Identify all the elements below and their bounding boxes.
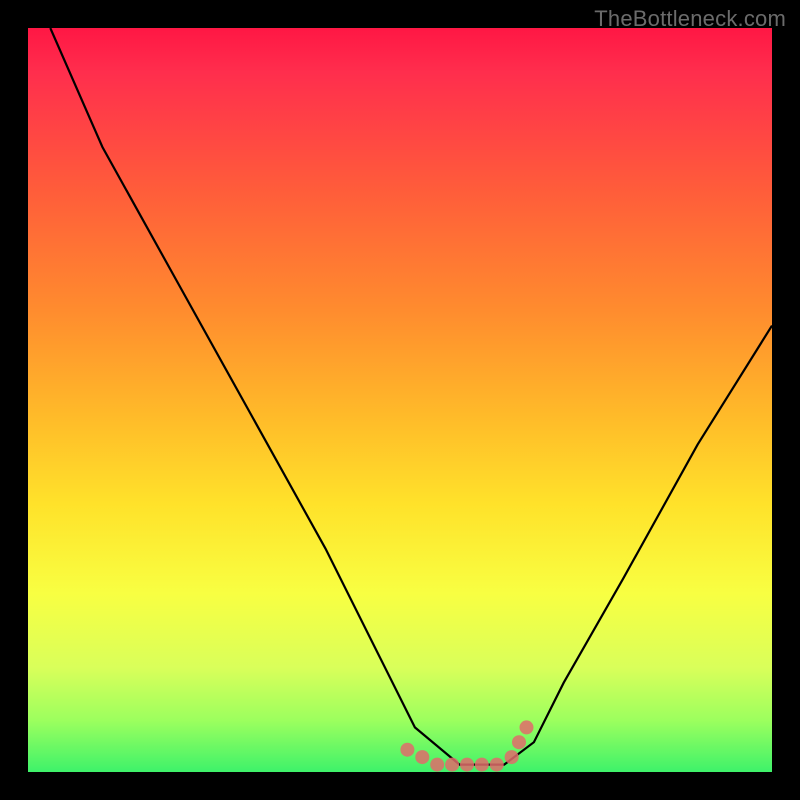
valley-dot	[430, 758, 444, 772]
valley-dot	[505, 750, 519, 764]
valley-dot	[400, 743, 414, 757]
watermark-text: TheBottleneck.com	[594, 6, 786, 32]
valley-dot	[445, 758, 459, 772]
bottleneck-curve	[50, 28, 772, 765]
valley-dot	[475, 758, 489, 772]
curve-layer	[28, 28, 772, 772]
valley-dot	[520, 720, 534, 734]
valley-dot	[512, 735, 526, 749]
valley-dot	[490, 758, 504, 772]
plot-area	[28, 28, 772, 772]
chart-frame: TheBottleneck.com	[0, 0, 800, 800]
valley-dots	[400, 720, 533, 771]
valley-dot	[415, 750, 429, 764]
valley-dot	[460, 758, 474, 772]
